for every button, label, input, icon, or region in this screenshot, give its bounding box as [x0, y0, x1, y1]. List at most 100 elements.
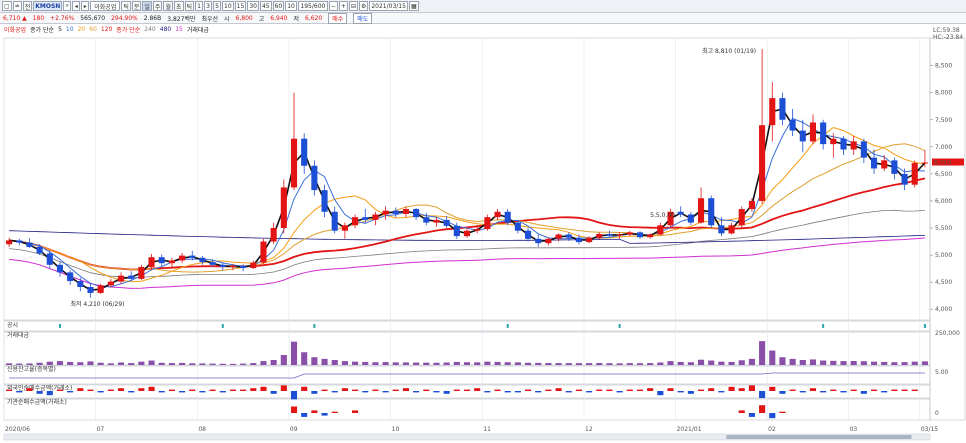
foreign-bar — [321, 389, 328, 391]
volume-bar — [728, 361, 735, 365]
x-tick-label: 2021/01 — [677, 426, 702, 433]
open-value: 6,800 — [235, 14, 253, 22]
foreign-bar — [229, 389, 237, 391]
period-month[interactable]: 월 — [163, 1, 173, 11]
zoom-out-icon[interactable]: − — [328, 1, 338, 11]
period-week[interactable]: 주 — [152, 1, 163, 11]
buy-button[interactable]: 매수 — [328, 12, 348, 24]
stock-name-field[interactable]: 이화공업 — [90, 1, 121, 11]
foreign-bar — [687, 391, 694, 394]
legend-stock-name: 이화공업 — [4, 27, 27, 34]
minute-5[interactable]: 5 — [213, 1, 222, 11]
y-tick-label: 8,500 — [935, 63, 952, 70]
foreign-bar — [860, 391, 867, 394]
foreign-bar — [677, 391, 684, 393]
volume-bar — [901, 362, 908, 365]
count-field[interactable]: 195/600 — [297, 1, 328, 11]
legend-ma15: 15 — [175, 26, 183, 33]
volume-bar — [341, 361, 348, 365]
foreign-bar — [423, 389, 430, 391]
foreign-bar — [616, 391, 623, 393]
x-tick-label: 2020/06 — [5, 426, 30, 433]
minute-30[interactable]: 30 — [247, 1, 259, 11]
volume-bar — [209, 363, 216, 365]
settings-icon[interactable]: ≐ — [12, 1, 22, 11]
candle-body — [280, 187, 287, 228]
minute-1[interactable]: 1 — [195, 1, 204, 11]
institution-bar — [748, 413, 755, 417]
period-minute[interactable]: 분 — [131, 1, 142, 11]
chart-window-icon[interactable]: ▢ — [2, 1, 12, 11]
disclosure-marker — [923, 324, 926, 328]
stock-code-input[interactable]: KMOSN — [33, 1, 63, 11]
panel-frame — [3, 320, 931, 332]
candle-body — [97, 285, 104, 293]
foreign-bar — [504, 391, 511, 393]
period-tick2[interactable]: 틱 — [184, 1, 195, 11]
volume-bar — [97, 362, 104, 365]
volume-bar — [382, 362, 389, 365]
next-icon[interactable]: ▸ — [81, 1, 90, 11]
minute-45[interactable]: 45 — [259, 1, 272, 11]
foreign-bar — [586, 391, 593, 393]
period-day[interactable]: 일 — [142, 1, 152, 11]
lock-icon[interactable]: ⊟ — [348, 1, 358, 11]
minute-10[interactable]: 10 — [222, 1, 234, 11]
volume-bar — [77, 362, 84, 365]
institution-bar — [311, 410, 318, 413]
volume-bar — [392, 362, 399, 365]
subpanel-label: 공시 — [7, 322, 18, 329]
market-select[interactable]: 전 — [22, 1, 33, 11]
gear-icon[interactable]: ⚙ — [358, 1, 369, 11]
subpanel-label: 신용잔고율(증목별) — [7, 365, 56, 373]
foreign-bar — [789, 389, 796, 391]
volume-bar — [911, 361, 918, 365]
calendar-icon[interactable]: ▦ — [408, 1, 419, 11]
minute-10b[interactable]: 10 — [285, 1, 297, 11]
prev-icon[interactable]: ◂ — [72, 1, 81, 11]
foreign-bar — [697, 389, 705, 391]
foreign-bar — [138, 388, 145, 391]
volume-bar — [647, 363, 654, 365]
y-tick-label: 5,000 — [935, 252, 952, 259]
volume-bar — [830, 360, 837, 365]
period-second[interactable]: 초 — [173, 1, 184, 11]
volume-bar — [280, 355, 287, 365]
date-field[interactable]: 2021/03/15 — [369, 1, 408, 11]
current-price-label: 6,710 — [934, 160, 951, 167]
zoom-in-icon[interactable]: + — [338, 1, 348, 11]
foreign-bar — [36, 391, 43, 394]
candle-body — [433, 219, 440, 223]
candle-body — [596, 233, 603, 238]
volume-bar — [240, 363, 247, 365]
foreign-bar — [148, 386, 155, 391]
search-icon[interactable]: ⌕ — [63, 1, 72, 11]
minute-15[interactable]: 15 — [234, 1, 247, 11]
candle-body — [504, 211, 511, 223]
volume-bar — [626, 363, 633, 365]
subpanel-label: 기관순매수금액(거래소) — [7, 398, 67, 406]
ma5-line — [9, 107, 926, 291]
candle-body — [87, 286, 94, 293]
candle-body — [474, 229, 481, 231]
institution-bar — [738, 410, 745, 413]
foreign-bar — [290, 391, 298, 400]
sell-button[interactable]: 매도 — [353, 12, 373, 24]
candle-body — [535, 238, 542, 244]
stock-chart[interactable]: 2020/06 07 08 09 10 11 12 2021/01 02 03 03/15 8,500… — [0, 24, 966, 443]
foreign-bar — [647, 388, 654, 391]
legend-ma20: 20 — [77, 26, 86, 33]
candle-body — [484, 217, 491, 230]
minute-3[interactable]: 3 — [204, 1, 213, 11]
volume-bar — [158, 362, 165, 365]
foreign-bar — [352, 389, 359, 391]
x-tick-label: 09 — [290, 426, 298, 433]
candle-body — [830, 138, 837, 145]
disclosure-marker — [822, 324, 825, 328]
period-tick[interactable]: 틱 — [121, 1, 131, 11]
volume-bar — [687, 362, 694, 365]
foreign-bar — [402, 388, 409, 391]
volume-bar — [138, 361, 145, 365]
candle-body — [260, 241, 267, 263]
minute-60[interactable]: 60 — [272, 1, 285, 11]
